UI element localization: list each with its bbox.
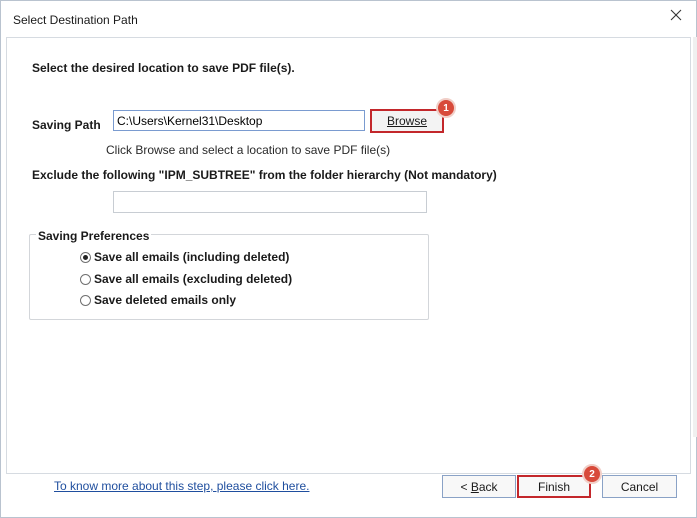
- radio-unselected-icon[interactable]: [80, 273, 91, 285]
- browse-button[interactable]: Browse: [370, 109, 444, 133]
- radio-label: Save all emails (excluding deleted): [94, 272, 293, 286]
- saving-path-input[interactable]: [113, 110, 365, 131]
- title-bar: Select Destination Path: [1, 1, 696, 37]
- window-title: Select Destination Path: [13, 13, 138, 27]
- radio-selected-icon[interactable]: [80, 251, 91, 263]
- radio-unselected-icon[interactable]: [80, 294, 91, 306]
- close-icon: [670, 9, 682, 21]
- close-button[interactable]: [662, 3, 690, 27]
- radio-option-deleted-only[interactable]: Save deleted emails only: [80, 292, 236, 308]
- browse-hint: Click Browse and select a location to sa…: [106, 143, 391, 157]
- step-badge-2: 2: [582, 464, 602, 484]
- exclude-input[interactable]: [113, 191, 427, 213]
- help-link[interactable]: To know more about this step, please cli…: [54, 479, 309, 493]
- back-label-rest: ack: [478, 479, 498, 494]
- radio-option-including-deleted[interactable]: Save all emails (including deleted): [80, 249, 289, 265]
- step-badge-1: 1: [436, 98, 456, 118]
- page-heading: Select the desired location to save PDF …: [32, 61, 295, 75]
- saving-path-label: Saving Path: [32, 118, 101, 132]
- back-button[interactable]: < Back: [442, 475, 516, 498]
- exclude-label: Exclude the following "IPM_SUBTREE" from…: [32, 168, 497, 182]
- cancel-button[interactable]: Cancel: [602, 475, 677, 498]
- scrollbar[interactable]: [693, 37, 697, 437]
- radio-label: Save deleted emails only: [94, 293, 237, 307]
- radio-label: Save all emails (including deleted): [94, 250, 290, 264]
- radio-option-excluding-deleted[interactable]: Save all emails (excluding deleted): [80, 271, 292, 287]
- back-label-accel: B: [470, 479, 479, 494]
- saving-preferences-legend: Saving Preferences: [36, 229, 152, 243]
- back-label-prefix: <: [460, 479, 471, 494]
- finish-button[interactable]: Finish: [517, 475, 591, 498]
